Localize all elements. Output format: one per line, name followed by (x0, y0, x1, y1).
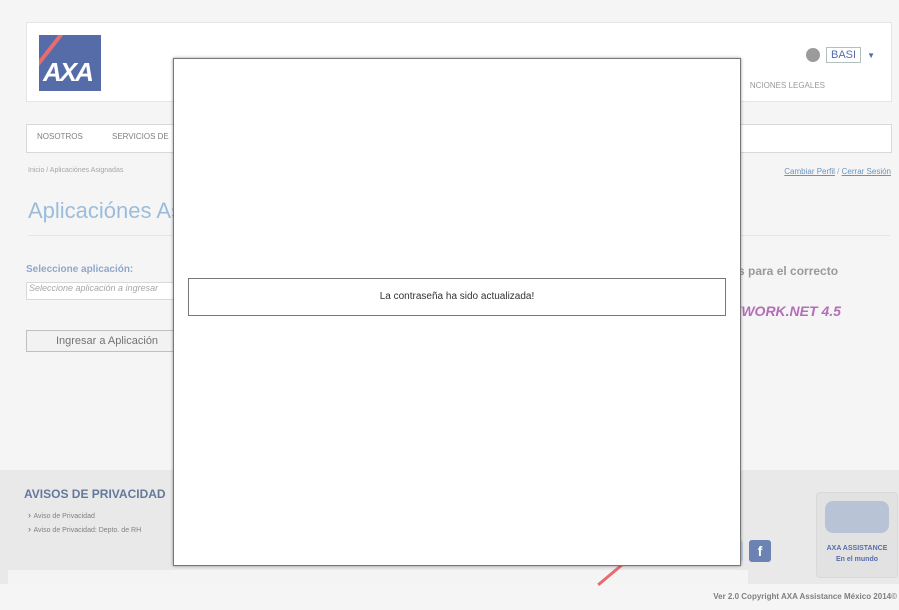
modal-dialog: La contraseña ha sido actualizada! (173, 58, 741, 566)
modal-message: La contraseña ha sido actualizada! (188, 278, 726, 316)
